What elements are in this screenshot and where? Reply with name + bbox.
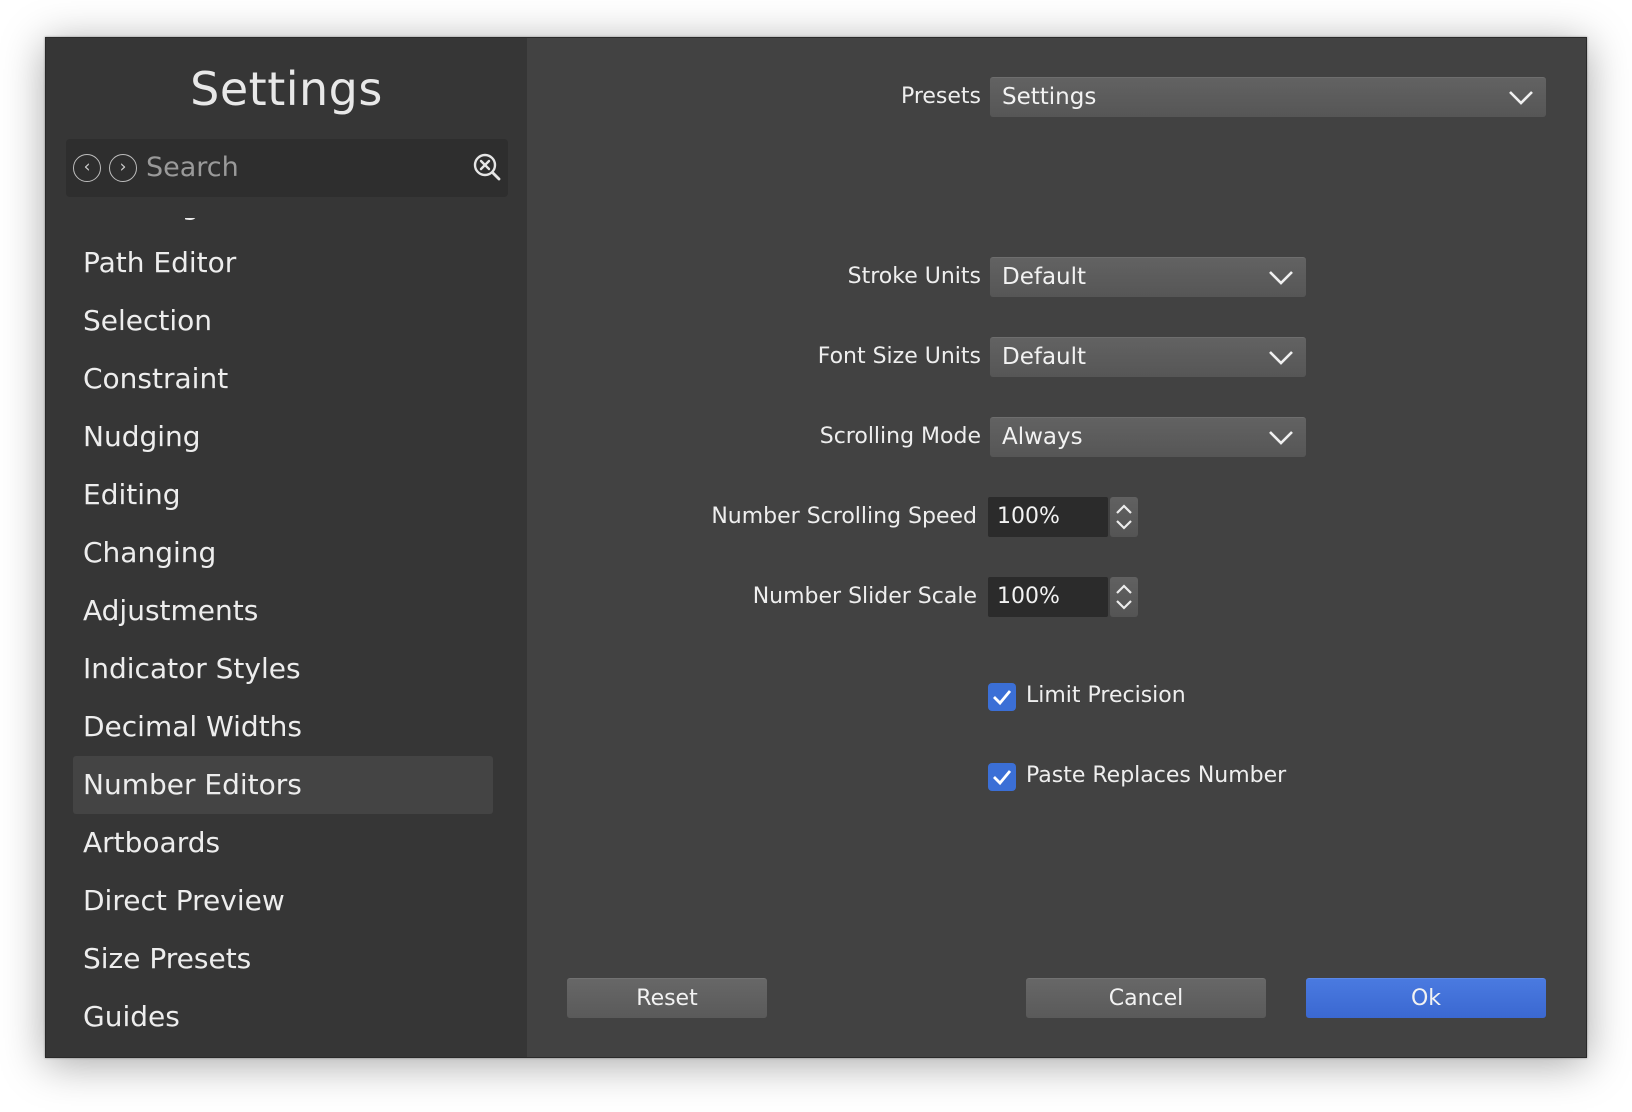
limit-precision-label[interactable]: Limit Precision [1026, 683, 1186, 708]
search-box[interactable]: ‹ › Search [66, 139, 508, 197]
number-scrolling-speed-label: Number Scrolling Speed [711, 504, 977, 529]
paste-replaces-number-checkbox[interactable] [988, 763, 1016, 791]
sidebar-item-selection[interactable]: Selection [73, 292, 493, 350]
checkmark-icon [993, 770, 1012, 786]
settings-window: Settings ‹ › Search Drawing Path Editor … [45, 37, 1587, 1058]
presets-value: Settings [1002, 84, 1097, 110]
sidebar-item-indicator-styles[interactable]: Indicator Styles [73, 640, 493, 698]
sidebar-item-editing[interactable]: Editing [73, 466, 493, 524]
font-size-units-label: Font Size Units [817, 344, 981, 369]
number-scrolling-speed-field[interactable]: 100% [988, 497, 1108, 537]
stroke-units-value: Default [1002, 264, 1087, 290]
stroke-units-dropdown[interactable]: Default [990, 257, 1306, 297]
sidebar-item-artboards[interactable]: Artboards [73, 814, 493, 872]
sidebar-item-decimal-widths[interactable]: Decimal Widths [73, 698, 493, 756]
sidebar-title: Settings [190, 62, 383, 116]
search-input[interactable]: Search [146, 152, 239, 183]
sidebar: Settings ‹ › Search Drawing Path Editor … [46, 38, 527, 1057]
forward-arrow-icon[interactable]: › [109, 154, 137, 182]
sidebar-item-number-editors[interactable]: Number Editors [73, 756, 493, 814]
sidebar-item-adjustments[interactable]: Adjustments [73, 582, 493, 640]
number-slider-scale-stepper[interactable] [1110, 577, 1138, 617]
sidebar-item-changing[interactable]: Changing [73, 524, 493, 582]
scrolling-mode-value: Always [1002, 424, 1083, 450]
back-arrow-icon[interactable]: ‹ [73, 154, 101, 182]
presets-dropdown[interactable]: Settings [990, 77, 1546, 117]
chevron-down-icon [1509, 91, 1533, 105]
checkmark-icon [993, 690, 1012, 706]
stepper-arrows-icon [1116, 584, 1132, 610]
ok-button[interactable]: Ok [1306, 978, 1546, 1018]
sidebar-item-direct-preview[interactable]: Direct Preview [73, 872, 493, 930]
scrolling-mode-dropdown[interactable]: Always [990, 417, 1306, 457]
paste-replaces-number-label[interactable]: Paste Replaces Number [1026, 763, 1286, 788]
number-slider-scale-value: 100% [997, 584, 1060, 609]
number-scrolling-speed-stepper[interactable] [1110, 497, 1138, 537]
sidebar-item-constraint[interactable]: Constraint [73, 350, 493, 408]
chevron-down-icon [1269, 351, 1293, 365]
chevron-down-icon [1269, 271, 1293, 285]
category-list[interactable]: Drawing Path Editor Selection Constraint… [46, 218, 527, 1057]
sidebar-item-nudging[interactable]: Nudging [73, 408, 493, 466]
chevron-down-icon [1269, 431, 1293, 445]
search-clear-icon[interactable] [472, 152, 502, 182]
stepper-arrows-icon [1116, 504, 1132, 530]
number-scrolling-speed-value: 100% [997, 504, 1060, 529]
sidebar-item-drawing[interactable]: Drawing [73, 218, 493, 234]
sidebar-item-path-editor[interactable]: Path Editor [73, 234, 493, 292]
font-size-units-dropdown[interactable]: Default [990, 337, 1306, 377]
presets-label: Presets [900, 84, 981, 109]
settings-panel: Presets Settings Stroke Units Default Fo… [527, 38, 1586, 1057]
font-size-units-value: Default [1002, 344, 1087, 370]
stroke-units-label: Stroke Units [847, 264, 981, 289]
cancel-button[interactable]: Cancel [1026, 978, 1266, 1018]
sidebar-item-guides[interactable]: Guides [73, 988, 493, 1046]
number-slider-scale-field[interactable]: 100% [988, 577, 1108, 617]
reset-button[interactable]: Reset [567, 978, 767, 1018]
limit-precision-checkbox[interactable] [988, 683, 1016, 711]
scrolling-mode-label: Scrolling Mode [819, 424, 981, 449]
number-slider-scale-label: Number Slider Scale [752, 584, 977, 609]
sidebar-item-size-presets[interactable]: Size Presets [73, 930, 493, 988]
